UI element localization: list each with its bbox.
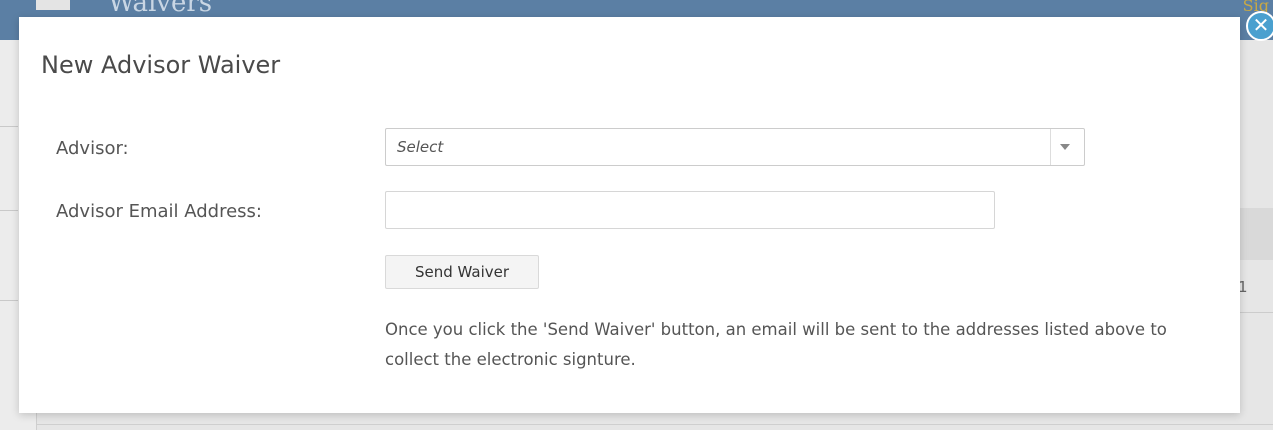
advisor-email-label: Advisor Email Address:	[56, 201, 262, 222]
divider	[0, 300, 18, 301]
send-waiver-button[interactable]: Send Waiver	[385, 255, 539, 289]
advisor-select[interactable]: Select	[385, 128, 1085, 166]
dialog-title: New Advisor Waiver	[41, 51, 281, 79]
divider	[0, 210, 18, 211]
page-title: Waivers	[108, 0, 213, 18]
divider	[36, 424, 1273, 425]
logo	[36, 0, 70, 10]
table-row-divider	[1240, 312, 1273, 313]
advisor-select-value: Select	[397, 138, 444, 156]
help-text: Once you click the 'Send Waiver' button,…	[385, 320, 1167, 369]
advisor-label: Advisor:	[56, 138, 129, 159]
advisor-email-field[interactable]	[385, 191, 995, 229]
close-icon[interactable]: ✕	[1246, 11, 1273, 41]
divider	[0, 126, 18, 127]
table-header-band	[1240, 208, 1273, 260]
new-advisor-waiver-dialog: New Advisor Waiver Advisor: Select Advis…	[19, 11, 1273, 413]
chevron-down-icon[interactable]	[1050, 129, 1076, 165]
